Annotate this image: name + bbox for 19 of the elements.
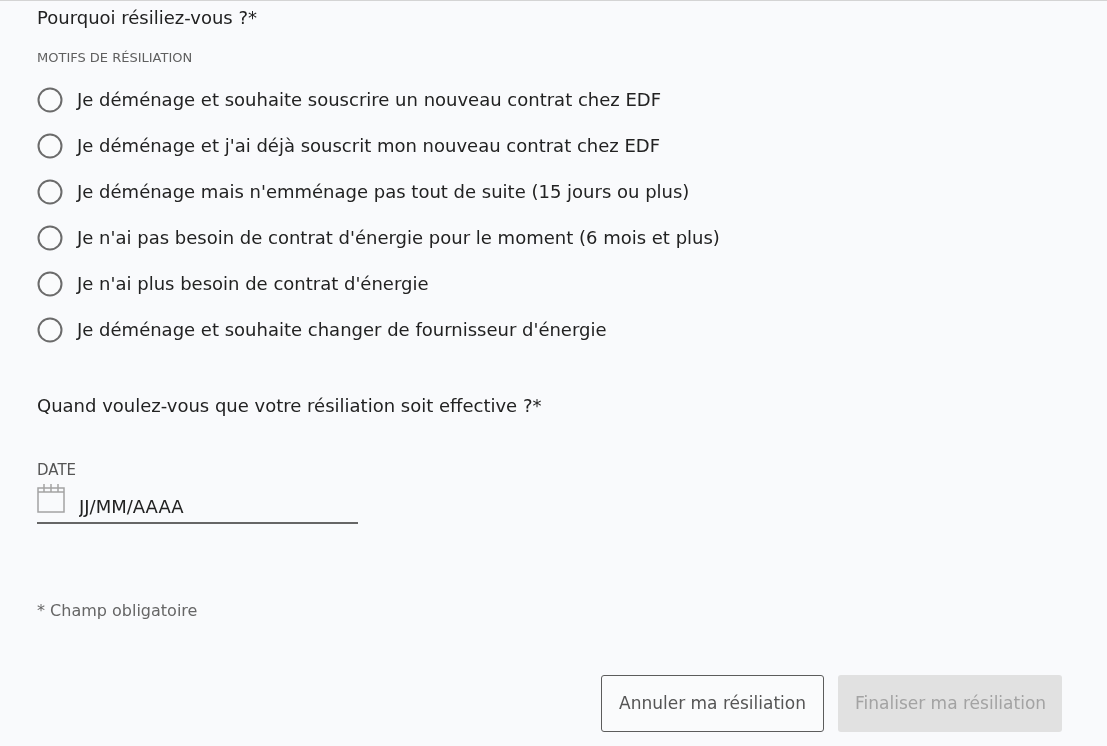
radio-label: Je n'ai pas besoin de contrat d'énergie pour le moment (6 mois et plus) <box>77 226 720 250</box>
radio-label: Je déménage et j'ai déjà souscrit mon nouveau contrat chez EDF <box>77 134 661 158</box>
radio-button[interactable] <box>37 87 63 113</box>
radio-button[interactable] <box>37 133 63 159</box>
radio-label: Je déménage mais n'emménage pas tout de suite (15 jours ou plus) <box>77 180 690 204</box>
radio-button[interactable] <box>37 225 63 251</box>
radio-label: Je déménage et souhaite souscrire un nouveau contrat chez EDF <box>77 88 662 112</box>
radio-button[interactable] <box>37 271 63 297</box>
required-note: * Champ obligatoire <box>37 601 198 621</box>
calendar-icon <box>37 483 65 513</box>
cancel-button[interactable]: Annuler ma résiliation <box>601 675 824 732</box>
radio-button[interactable] <box>37 179 63 205</box>
radio-label: Je déménage et souhaite changer de fournisseur d'énergie <box>77 318 607 342</box>
field-label: DATE <box>37 460 77 480</box>
radio-label: Je n'ai plus besoin de contrat d'énergie <box>77 272 429 296</box>
question-title: Quand voulez-vous que votre résiliation soit effective ?* <box>37 394 542 418</box>
group-label: MOTIFS DE RÉSILIATION <box>37 50 193 66</box>
radio-button[interactable] <box>37 317 63 343</box>
question-title: Pourquoi résiliez-vous ?* <box>37 6 257 30</box>
